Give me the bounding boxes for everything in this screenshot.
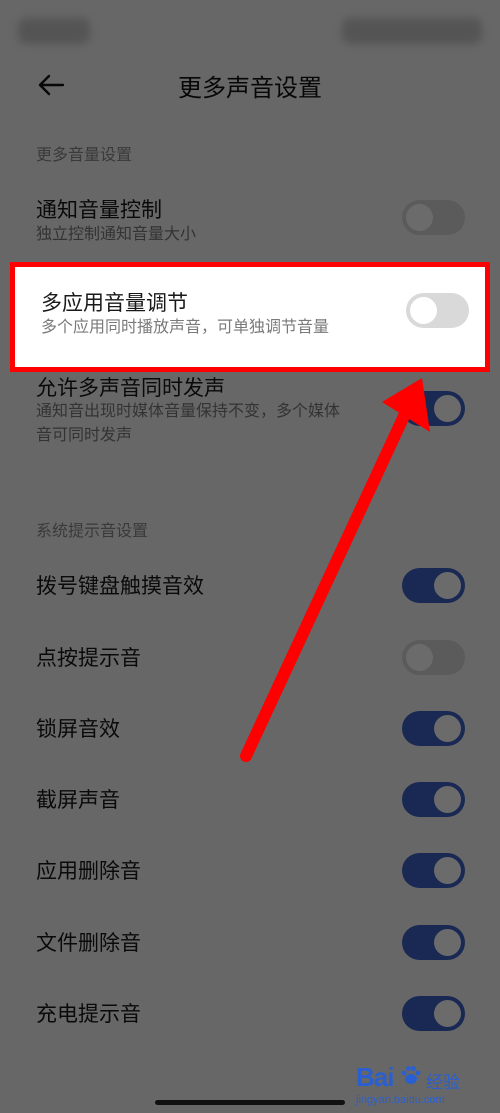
multi-app-volume-toggle[interactable] [406, 293, 469, 328]
setting-title: 锁屏音效 [36, 717, 120, 741]
setting-title: 应用删除音 [36, 859, 141, 883]
paw-icon [401, 1066, 421, 1084]
setting-row-app-delete-sound[interactable]: 应用删除音 [0, 851, 500, 891]
toggle-knob [434, 929, 461, 956]
toggle-knob [410, 297, 437, 324]
toggle-knob [434, 1000, 461, 1027]
toggle-knob [434, 572, 461, 599]
setting-title: 通知音量控制 [36, 198, 162, 222]
app-delete-sound-toggle[interactable] [402, 853, 465, 888]
setting-row-screenshot-sound[interactable]: 截屏声音 [0, 780, 500, 820]
setting-title: 允许多声音同时发声 [36, 376, 225, 400]
lock-screen-sound-toggle[interactable] [402, 711, 465, 746]
watermark-logo-text: Bai [356, 1062, 394, 1092]
section-header-system-tones: 系统提示音设置 [36, 521, 149, 540]
multi-sound-toggle[interactable] [402, 391, 465, 426]
setting-row-lock-screen-sound[interactable]: 锁屏音效 [0, 709, 500, 749]
charging-tone-toggle[interactable] [402, 996, 465, 1031]
notification-volume-toggle[interactable] [402, 200, 465, 235]
toggle-knob [434, 395, 461, 422]
setting-title: 拨号键盘触摸音效 [36, 574, 204, 598]
status-bar-icons-blurred [342, 18, 482, 44]
setting-subtitle: 多个应用同时播放声音，可单独调节音量 [41, 317, 330, 336]
setting-row-file-delete-sound[interactable]: 文件删除音 [0, 923, 500, 963]
watermark-url: jingyan.baidu.com [356, 1094, 445, 1106]
setting-title: 点按提示音 [36, 646, 141, 670]
setting-title: 充电提示音 [36, 1002, 141, 1026]
toggle-knob [434, 857, 461, 884]
setting-subtitle-line-2: 音可同时发声 [36, 425, 133, 444]
toggle-knob [406, 204, 433, 231]
baidu-jingyan-watermark: Bai 经验 jingyan.baidu.com [356, 1062, 476, 1110]
setting-row-dialpad-tone[interactable]: 拨号键盘触摸音效 [0, 566, 500, 606]
setting-row-tap-tone[interactable]: 点按提示音 [0, 638, 500, 678]
status-bar-time-blurred [18, 18, 90, 44]
status-bar [0, 0, 500, 62]
screenshot-sound-toggle[interactable] [402, 782, 465, 817]
setting-row-notification-volume[interactable]: 通知音量控制 独立控制通知音量大小 [0, 190, 500, 250]
setting-row-multi-sound[interactable]: 允许多声音同时发声 通知音出现时媒体音量保持不变，多个媒体 音可同时发声 [0, 372, 500, 448]
page-header: 更多声音设置 [0, 62, 500, 106]
toggle-knob [434, 715, 461, 742]
setting-subtitle-line-1: 通知音出现时媒体音量保持不变，多个媒体 [36, 401, 341, 420]
setting-title: 截屏声音 [36, 788, 120, 812]
page-title: 更多声音设置 [178, 74, 322, 102]
section-header-more-volume: 更多音量设置 [36, 145, 133, 164]
toggle-knob [434, 786, 461, 813]
setting-title: 文件删除音 [36, 931, 141, 955]
home-indicator [155, 1100, 345, 1105]
dialpad-tone-toggle[interactable] [402, 568, 465, 603]
setting-row-charging-tone[interactable]: 充电提示音 [0, 994, 500, 1034]
setting-subtitle: 独立控制通知音量大小 [36, 224, 197, 243]
highlighted-setting-multi-app-volume[interactable]: 多应用音量调节 多个应用同时播放声音，可单独调节音量 [10, 262, 490, 372]
file-delete-sound-toggle[interactable] [402, 925, 465, 960]
watermark-brand: 经验 [426, 1073, 460, 1093]
setting-title: 多应用音量调节 [41, 291, 188, 315]
toggle-knob [406, 644, 433, 671]
tap-tone-toggle[interactable] [402, 640, 465, 675]
